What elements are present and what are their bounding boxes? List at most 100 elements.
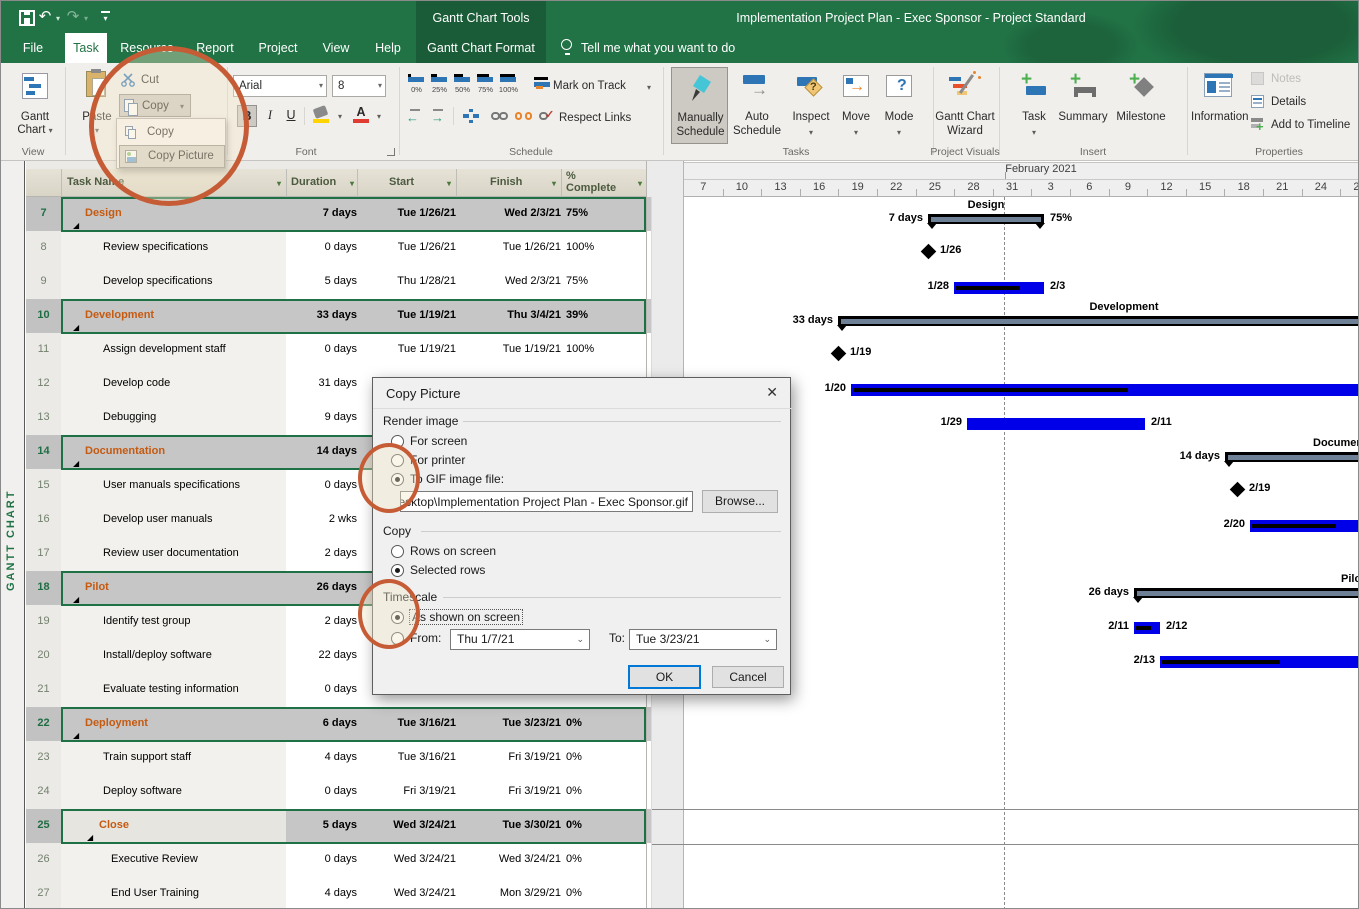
task-cell[interactable]: Mon 3/29/21 <box>456 877 567 909</box>
task-cell[interactable]: Tue 3/16/21 <box>357 707 462 742</box>
from-date-combo[interactable]: Thu 1/7/21⌄ <box>450 629 590 650</box>
row-number[interactable]: 9 <box>26 265 62 300</box>
task-bar[interactable] <box>954 282 1044 294</box>
task-name-cell[interactable]: ◢Development <box>61 299 287 334</box>
font-size-combo[interactable]: 8▾ <box>332 75 386 97</box>
move-button[interactable]: → Move ▾ <box>837 67 875 144</box>
tab-project[interactable]: Project <box>249 33 307 63</box>
task-cell[interactable]: 100% <box>561 333 652 368</box>
task-cell[interactable]: Tue 3/30/21 <box>456 809 567 844</box>
table-row[interactable]: 23Train support staff4 daysTue 3/16/21Fr… <box>26 741 646 775</box>
copy-button[interactable]: Copy ▾ <box>119 94 191 117</box>
row-number[interactable]: 23 <box>26 741 62 776</box>
radio-for-printer-label[interactable]: For printer <box>410 453 465 467</box>
task-cell[interactable]: 22 days <box>286 639 363 674</box>
task-cell[interactable]: 5 days <box>286 265 363 300</box>
row-number[interactable]: 10 <box>26 299 62 334</box>
tell-me-box[interactable]: Tell me what you want to do <box>581 33 751 63</box>
respect-links-button[interactable]: Respect Links <box>559 112 643 125</box>
task-cell[interactable]: Tue 1/19/21 <box>456 333 567 368</box>
row-number[interactable]: 19 <box>26 605 62 640</box>
row-number[interactable]: 16 <box>26 503 62 538</box>
summary-task-bar[interactable] <box>1134 588 1359 598</box>
task-cell[interactable]: Fri 3/19/21 <box>357 775 462 810</box>
radio-as-shown-label[interactable]: As shown on screen <box>410 610 522 624</box>
column-header-finish[interactable]: Finish ▾ <box>456 169 562 197</box>
tab-task[interactable]: Task <box>65 33 107 63</box>
browse-button[interactable]: Browse... <box>702 490 778 513</box>
task-cell[interactable]: Fri 3/19/21 <box>456 775 567 810</box>
radio-rows-on-screen-label[interactable]: Rows on screen <box>410 544 496 558</box>
gif-path-field[interactable]: Desktop\Implementation Project Plan - Ex… <box>400 491 693 512</box>
task-cell[interactable]: 0 days <box>286 231 363 266</box>
underline-button[interactable]: U <box>282 105 300 127</box>
row-number[interactable]: 11 <box>26 333 62 368</box>
task-cell[interactable]: 26 days <box>286 571 363 606</box>
task-bar[interactable] <box>967 418 1145 430</box>
cut-button[interactable]: Cut <box>121 71 211 91</box>
task-cell[interactable]: 0% <box>561 707 652 742</box>
add-to-timeline-button[interactable]: + Add to Timeline <box>1251 117 1359 135</box>
task-cell[interactable]: 14 days <box>286 435 363 470</box>
milestone-marker[interactable] <box>831 346 847 362</box>
details-button[interactable]: Details <box>1251 94 1359 112</box>
task-cell[interactable]: Tue 1/26/21 <box>357 197 462 232</box>
task-cell[interactable]: 7 days <box>286 197 363 232</box>
row-number[interactable]: 8 <box>26 231 62 266</box>
task-cell[interactable]: 0 days <box>286 469 363 504</box>
row-number[interactable]: 26 <box>26 843 62 878</box>
task-cell[interactable]: 0 days <box>286 775 363 810</box>
mark-on-track-button[interactable]: Mark on Track <box>553 80 643 93</box>
radio-as-shown[interactable] <box>391 611 404 624</box>
task-name-cell[interactable]: Debugging <box>61 401 287 436</box>
task-name-cell[interactable]: ◢Deployment <box>61 707 287 742</box>
task-cell[interactable]: 4 days <box>286 877 363 909</box>
font-color-caret[interactable]: ▾ <box>375 113 383 121</box>
radio-from-label[interactable]: From: <box>410 631 441 645</box>
font-color-button[interactable]: A <box>350 105 372 127</box>
to-date-combo[interactable]: Tue 3/23/21⌄ <box>629 629 777 650</box>
task-cell[interactable]: 0% <box>561 877 652 909</box>
information-button[interactable]: Information <box>1191 67 1245 144</box>
percent-complete-25%-button[interactable]: 25% <box>429 73 450 97</box>
undo-caret[interactable]: ▾ <box>54 15 62 23</box>
column-header-task-name[interactable]: Task Name ▾ <box>61 169 287 197</box>
task-bar[interactable] <box>1134 622 1160 634</box>
task-cell[interactable]: Wed 2/3/21 <box>456 197 567 232</box>
task-name-cell[interactable]: End User Training <box>61 877 287 909</box>
task-name-cell[interactable]: Assign development staff <box>61 333 287 368</box>
task-cell[interactable]: 31 days <box>286 367 363 402</box>
task-cell[interactable]: 2 wks <box>286 503 363 538</box>
column-header-duration[interactable]: Duration ▾ <box>286 169 358 197</box>
task-cell[interactable]: 0% <box>561 775 652 810</box>
row-number[interactable]: 25 <box>26 809 62 844</box>
table-row[interactable]: 22◢Deployment6 daysTue 3/16/21Tue 3/23/2… <box>26 707 646 741</box>
percent-complete-50%-button[interactable]: 50% <box>452 73 473 97</box>
table-row[interactable]: 25◢Close5 daysWed 3/24/21Tue 3/30/210% <box>26 809 646 843</box>
task-bar[interactable] <box>1160 656 1359 668</box>
task-cell[interactable]: Tue 1/19/21 <box>357 299 462 334</box>
radio-for-printer[interactable] <box>391 454 404 467</box>
gantt-chart-view-button[interactable]: Gantt Chart ▾ <box>9 67 61 145</box>
table-row[interactable]: 8Review specifications0 daysTue 1/26/21T… <box>26 231 646 265</box>
task-cell[interactable]: 0 days <box>286 843 363 878</box>
task-cell[interactable]: 33 days <box>286 299 363 334</box>
font-dialog-launcher[interactable] <box>387 148 395 156</box>
task-name-cell[interactable]: ◢Close <box>61 809 287 844</box>
task-cell[interactable]: 100% <box>561 231 652 266</box>
insert-task-button[interactable]: + Task ▾ <box>1015 67 1053 144</box>
tab-report[interactable]: Report <box>187 33 243 63</box>
task-cell[interactable]: 0% <box>561 741 652 776</box>
task-name-cell[interactable]: Develop specifications <box>61 265 287 300</box>
radio-from[interactable] <box>391 632 404 645</box>
column-header-start[interactable]: Start ▾ <box>357 169 457 197</box>
task-name-cell[interactable]: Deploy software <box>61 775 287 810</box>
manually-schedule-button[interactable]: Manually Schedule <box>671 67 728 144</box>
row-number[interactable]: 20 <box>26 639 62 674</box>
table-row[interactable]: 27End User Training4 daysWed 3/24/21Mon … <box>26 877 646 909</box>
menu-item-copy-picture[interactable]: Copy Picture <box>119 145 225 168</box>
task-bar[interactable] <box>1250 520 1359 532</box>
tab-view[interactable]: View <box>313 33 359 63</box>
percent-complete-75%-button[interactable]: 75% <box>475 73 496 97</box>
task-name-cell[interactable]: Executive Review <box>61 843 287 878</box>
